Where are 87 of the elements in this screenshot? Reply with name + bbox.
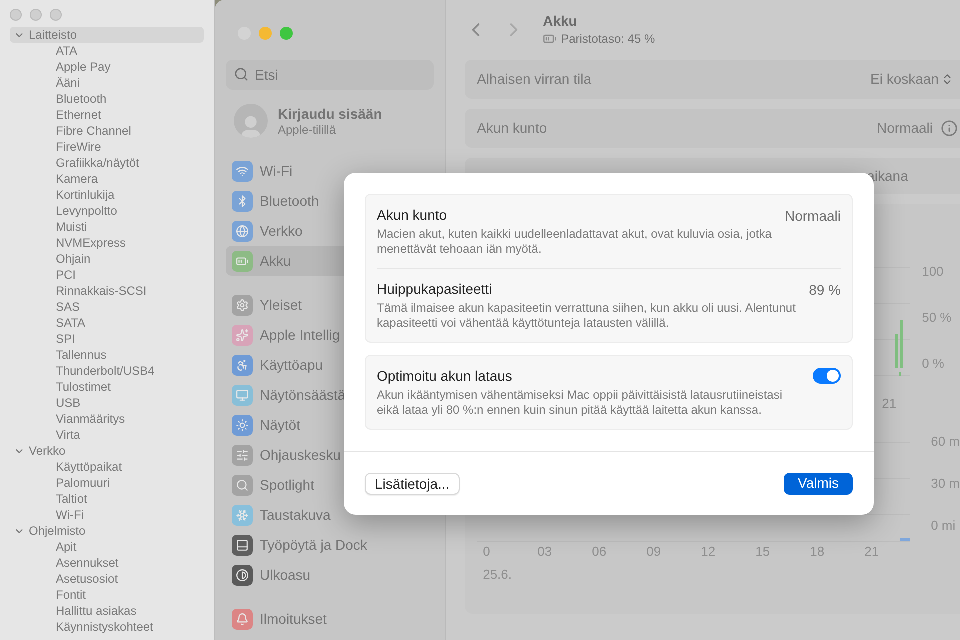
- tree-item[interactable]: Verkko: [10, 443, 204, 459]
- tree-item[interactable]: ATA: [10, 43, 204, 59]
- power-mode-select[interactable]: Ei koskaan: [870, 69, 954, 90]
- tree-item[interactable]: SPI: [10, 331, 204, 347]
- tree-item[interactable]: Muisti: [10, 219, 204, 235]
- page-title: Akku: [543, 12, 578, 30]
- section-title: Huippukapasiteetti: [377, 280, 494, 298]
- axis-label: 0 mi: [931, 518, 957, 534]
- tree-item[interactable]: Rinnakkais-SCSI: [10, 283, 204, 299]
- more-info-button[interactable]: Lisätietoja...: [365, 472, 460, 494]
- tree-item[interactable]: Ohjain: [10, 251, 204, 267]
- sidebar-item[interactable]: Ohjauskesku: [226, 440, 434, 470]
- tree-item[interactable]: Virta: [10, 427, 204, 443]
- tree-item[interactable]: Tallennus: [10, 347, 204, 363]
- tree-item[interactable]: SAS: [10, 299, 204, 315]
- toggle-switch[interactable]: [813, 368, 841, 384]
- tree-item[interactable]: Bluetooth: [10, 91, 204, 107]
- minimize-button[interactable]: [259, 27, 272, 40]
- tree-item[interactable]: Wi-Fi: [10, 507, 204, 523]
- tree-item[interactable]: Käynnistyskohteet: [10, 619, 204, 635]
- tree-item[interactable]: SATA: [10, 315, 204, 331]
- tree-item[interactable]: Kortinlukija: [10, 187, 204, 203]
- account-subtitle: Apple-tilillä: [278, 122, 338, 138]
- tree-item[interactable]: Ethernet: [10, 107, 204, 123]
- sidebar-item[interactable]: Wi-Fi: [226, 156, 434, 186]
- axis-label: 21: [864, 542, 880, 560]
- axis-label: 15: [756, 542, 772, 560]
- row-label: Akun kunto: [477, 119, 548, 138]
- tree-item[interactable]: Thunderbolt/USB4: [10, 363, 204, 379]
- tree-item[interactable]: Fibre Channel: [10, 123, 204, 139]
- tree-item[interactable]: PCI: [10, 267, 204, 283]
- row-value: Normaali: [876, 119, 933, 138]
- sidebar-item[interactable]: Työpöytä ja Dock: [226, 530, 434, 560]
- done-button[interactable]: Valmis: [784, 472, 853, 494]
- tree-item[interactable]: Vianmääritys: [10, 411, 204, 427]
- tree-item[interactable]: USB: [10, 395, 204, 411]
- tree-item[interactable]: Apit: [10, 539, 204, 555]
- date-label: 25.6.: [482, 566, 514, 584]
- sidebar-item[interactable]: Taustakuva: [226, 500, 434, 530]
- axis-label: 03: [538, 542, 554, 560]
- search-icon: [234, 67, 249, 82]
- tree-item[interactable]: Ääni: [10, 75, 204, 91]
- axis-label: 50 %: [922, 310, 952, 326]
- axis-label: 60 m: [931, 434, 960, 450]
- tree-item[interactable]: Taltiot: [10, 491, 204, 507]
- axis-label: 0: [483, 542, 492, 560]
- axis-label: 18: [810, 542, 826, 560]
- zoom-button[interactable]: [280, 27, 293, 40]
- section-description: Akun ikääntymisen vähentämiseksi Mac oppii päivittäisistä latausrutiineistasi eikä lataa yli 80 %:n ennen kuin sinun pitää käyttää laitetta akun kanssa.: [377, 388, 784, 418]
- info-icon[interactable]: [941, 120, 958, 137]
- tree-item[interactable]: FireWire: [10, 139, 204, 155]
- section-title: Optimoitu akun lataus: [377, 367, 514, 385]
- tree-item[interactable]: Ohjelmisto: [10, 523, 204, 539]
- tree-item[interactable]: NVMExpress: [10, 235, 204, 251]
- section-value: Normaali: [784, 207, 841, 226]
- avatar-icon[interactable]: [234, 104, 268, 138]
- tree-item[interactable]: Tulostimet: [10, 379, 204, 395]
- section-value: 89 %: [809, 281, 841, 300]
- search-field[interactable]: Etsi: [226, 60, 434, 90]
- section-description: Tämä ilmaisee akun kapasiteetin verrattuna siihen, kun akku oli uusi. Alentunut kapasiteetti voi vähentää käyttötunteja latausten välillä.: [377, 301, 797, 331]
- tree-item[interactable]: Käyttöpaikat: [10, 459, 204, 475]
- tree-item[interactable]: Apple Pay: [10, 59, 204, 75]
- tree-item[interactable]: Levynpoltto: [10, 203, 204, 219]
- axis-label: 0 %: [922, 356, 946, 372]
- axis-label: 06: [592, 542, 608, 560]
- sidebar-item[interactable]: Ulkoasu: [226, 560, 434, 590]
- axis-label: 09: [646, 542, 662, 560]
- battery-level-text: Paristotaso: 45 %: [561, 31, 656, 48]
- axis-label: 12: [701, 542, 717, 560]
- tree-item[interactable]: Grafiikka/näytöt: [10, 155, 204, 171]
- axis-label: 100: [922, 264, 945, 280]
- row-label: Alhaisen virran tila: [477, 70, 592, 89]
- window-control[interactable]: [30, 9, 42, 21]
- axis-label: 30 m: [931, 476, 960, 492]
- section-title: Akun kunto: [377, 206, 448, 224]
- tree-item[interactable]: Asennukset: [10, 555, 204, 571]
- sidebar-item[interactable]: Ilmoitukset: [226, 604, 434, 634]
- window-control[interactable]: [50, 9, 62, 21]
- battery-icon: [543, 32, 558, 46]
- tree-item[interactable]: Laitteisto: [10, 27, 204, 43]
- tree-item[interactable]: Palomuuri: [10, 475, 204, 491]
- tree-item[interactable]: Asetusosiot: [10, 571, 204, 587]
- tree-item[interactable]: Fontit: [10, 587, 204, 603]
- account-title[interactable]: Kirjaudu sisään: [278, 104, 382, 122]
- tree-item[interactable]: Hallittu asiakas: [10, 603, 204, 619]
- tree-item[interactable]: Kamera: [10, 171, 204, 187]
- window-control[interactable]: [10, 9, 22, 21]
